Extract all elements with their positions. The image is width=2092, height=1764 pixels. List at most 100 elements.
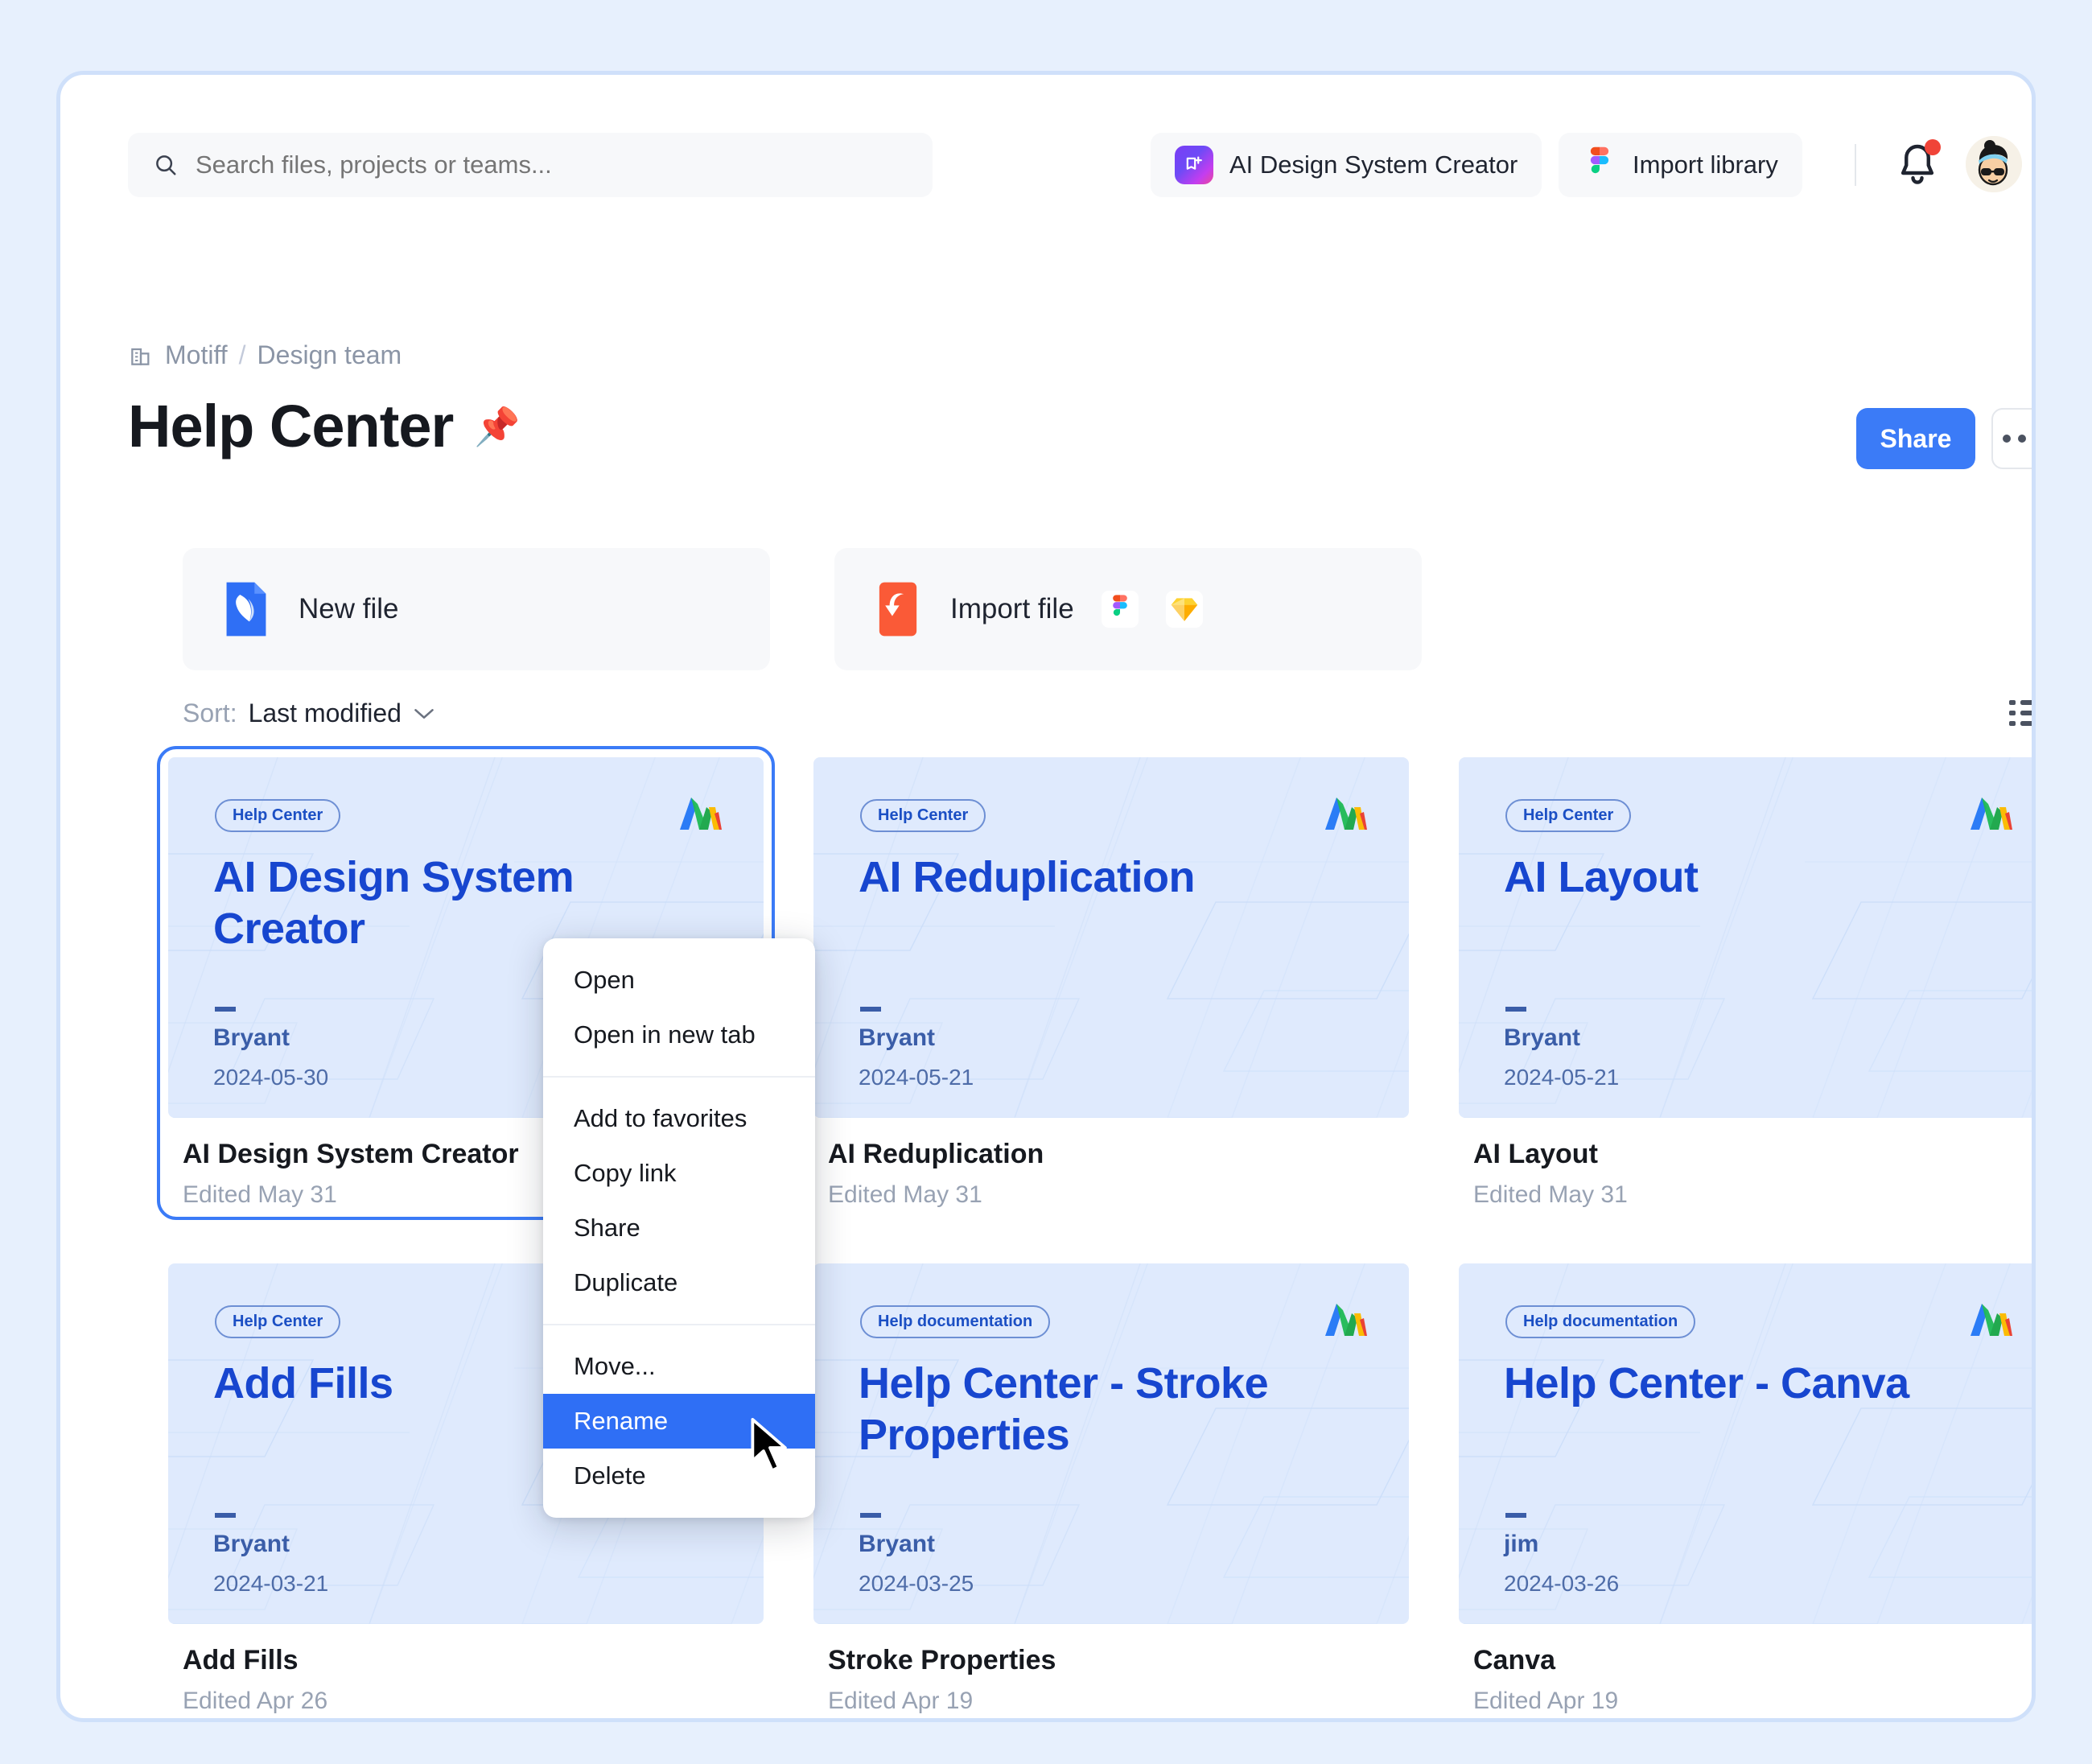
context-menu: Open Open in new tab Add to favorites Copy … bbox=[543, 938, 815, 1518]
thumb-divider bbox=[1505, 1007, 1526, 1012]
context-menu-separator bbox=[543, 1324, 815, 1325]
share-button[interactable]: Share bbox=[1856, 408, 1975, 469]
file-date: 2024-05-21 bbox=[1504, 1065, 1620, 1090]
file-edited: Edited Apr 19 bbox=[828, 1688, 974, 1714]
file-thumb-title: AI Reduplication bbox=[859, 853, 1196, 901]
more-horizontal-icon bbox=[2018, 435, 2026, 443]
ai-design-system-creator-button[interactable]: AI Design System Creator bbox=[1151, 133, 1542, 197]
new-file-button[interactable]: New file bbox=[183, 548, 770, 670]
motiff-logo-icon bbox=[1325, 798, 1367, 830]
breadcrumb: Motiff / Design team bbox=[128, 340, 402, 370]
file-edited: Edited May 31 bbox=[828, 1181, 982, 1208]
context-menu-separator bbox=[543, 1076, 815, 1078]
notifications-button[interactable] bbox=[1891, 138, 1944, 191]
more-horizontal-icon bbox=[2033, 435, 2036, 443]
context-menu-item[interactable]: Open in new tab bbox=[543, 1008, 815, 1062]
new-file-icon bbox=[226, 582, 266, 637]
file-card[interactable]: Help Center AI Reduplication Bryant 2024… bbox=[813, 757, 1409, 1209]
search-bar[interactable] bbox=[128, 133, 933, 197]
import-file-icon bbox=[879, 582, 917, 637]
file-thumb-title: Help Center - Canva bbox=[1504, 1359, 1909, 1407]
file-tag-badge: Help Center bbox=[860, 799, 986, 832]
motiff-logo-icon bbox=[1325, 1304, 1367, 1336]
file-author: Bryant bbox=[213, 1024, 290, 1051]
import-library-button[interactable]: Import library bbox=[1559, 133, 1802, 197]
file-tag-badge: Help documentation bbox=[1505, 1305, 1696, 1338]
sort-control[interactable]: Sort: Last modified bbox=[183, 699, 435, 728]
file-card[interactable]: Help Center AI Layout Bryant 2024-05-21 … bbox=[1459, 757, 2032, 1209]
page-title-row: Help Center 📌 bbox=[128, 392, 521, 460]
chevron-down-icon[interactable] bbox=[413, 707, 435, 721]
file-thumbnail[interactable]: Help Center AI Layout Bryant 2024-05-21 bbox=[1459, 757, 2032, 1118]
file-edited: Edited May 31 bbox=[1473, 1181, 1628, 1208]
context-menu-item[interactable]: Share bbox=[543, 1201, 815, 1255]
thumb-divider bbox=[860, 1513, 881, 1518]
file-tag-badge: Help Center bbox=[215, 799, 341, 832]
more-horizontal-icon bbox=[2003, 435, 2011, 443]
top-bar: AI Design System Creator Import library bbox=[60, 75, 2032, 220]
thumb-divider bbox=[860, 1007, 881, 1012]
file-name: Add Fills bbox=[183, 1645, 299, 1675]
context-menu-item[interactable]: Duplicate bbox=[543, 1255, 815, 1310]
file-author: Bryant bbox=[859, 1531, 936, 1557]
notification-badge bbox=[1925, 139, 1941, 155]
sort-value[interactable]: Last modified bbox=[249, 699, 402, 728]
file-date: 2024-03-26 bbox=[1504, 1571, 1620, 1596]
thumb-divider bbox=[1505, 1513, 1526, 1518]
context-menu-item[interactable]: Add to favorites bbox=[543, 1091, 815, 1146]
context-menu-item[interactable]: Open bbox=[543, 953, 815, 1008]
file-grid: Help Center AI Design System Creator Bry… bbox=[157, 746, 2032, 1715]
more-options-button[interactable] bbox=[1991, 408, 2036, 469]
file-date: 2024-03-25 bbox=[859, 1571, 974, 1596]
file-name: Stroke Properties bbox=[828, 1645, 1056, 1675]
avatar[interactable] bbox=[1966, 136, 2022, 192]
import-file-button[interactable]: Import file bbox=[834, 548, 1422, 670]
file-thumb-title: AI Layout bbox=[1504, 853, 1699, 901]
file-tag-badge: Help documentation bbox=[860, 1305, 1051, 1338]
file-card[interactable]: Help documentation Help Center - Canva j… bbox=[1459, 1263, 2032, 1715]
figma-icon bbox=[1101, 591, 1139, 628]
sketch-icon bbox=[1165, 591, 1203, 628]
search-input[interactable] bbox=[196, 150, 858, 179]
file-thumb-title: Help Center - Stroke Properties bbox=[859, 1359, 1269, 1459]
file-author: Bryant bbox=[213, 1531, 290, 1557]
context-menu-item[interactable]: Delete bbox=[543, 1449, 815, 1503]
motiff-logo-icon bbox=[680, 798, 722, 830]
file-author: Bryant bbox=[1504, 1024, 1581, 1051]
figma-icon bbox=[1590, 146, 1609, 174]
file-date: 2024-03-21 bbox=[213, 1571, 329, 1596]
motiff-logo-icon bbox=[1971, 798, 2012, 830]
breadcrumb-separator: / bbox=[238, 340, 246, 369]
file-thumbnail[interactable]: Help documentation Help Center - Canva j… bbox=[1459, 1263, 2032, 1624]
file-date: 2024-05-21 bbox=[859, 1065, 974, 1090]
breadcrumb-item-team[interactable]: Design team bbox=[257, 340, 402, 370]
file-thumbnail[interactable]: Help Center AI Reduplication Bryant 2024… bbox=[813, 757, 1409, 1118]
header-divider bbox=[1855, 144, 1856, 186]
import-library-label: Import library bbox=[1633, 150, 1778, 179]
import-file-label: Import file bbox=[950, 593, 1074, 624]
sort-label: Sort: bbox=[183, 699, 237, 727]
page-title: Help Center bbox=[128, 393, 454, 460]
file-name: AI Layout bbox=[1473, 1139, 1598, 1169]
file-tag-badge: Help Center bbox=[215, 1305, 341, 1338]
context-menu-item[interactable]: Rename bbox=[543, 1394, 815, 1449]
file-author: jim bbox=[1504, 1531, 1539, 1557]
context-menu-item[interactable]: Move... bbox=[543, 1339, 815, 1394]
file-author: Bryant bbox=[859, 1024, 936, 1051]
file-thumbnail[interactable]: Help documentation Help Center - Stroke … bbox=[813, 1263, 1409, 1624]
file-tag-badge: Help Center bbox=[1505, 799, 1632, 832]
ai-design-system-icon bbox=[1175, 146, 1213, 184]
thumb-divider bbox=[215, 1513, 236, 1518]
list-view-icon[interactable] bbox=[2008, 696, 2036, 730]
ai-design-system-creator-label: AI Design System Creator bbox=[1229, 150, 1518, 179]
context-menu-item[interactable]: Copy link bbox=[543, 1146, 815, 1201]
file-card[interactable]: Help documentation Help Center - Stroke … bbox=[813, 1263, 1409, 1715]
new-file-label: New file bbox=[299, 593, 399, 624]
file-name: AI Reduplication bbox=[828, 1139, 1044, 1169]
motiff-logo-icon bbox=[1971, 1304, 2012, 1336]
search-icon bbox=[156, 155, 176, 175]
building-icon bbox=[131, 348, 150, 365]
pin-icon[interactable]: 📌 bbox=[474, 408, 520, 445]
avatar-image bbox=[1966, 136, 2022, 192]
breadcrumb-item-org[interactable]: Motiff bbox=[165, 340, 228, 370]
